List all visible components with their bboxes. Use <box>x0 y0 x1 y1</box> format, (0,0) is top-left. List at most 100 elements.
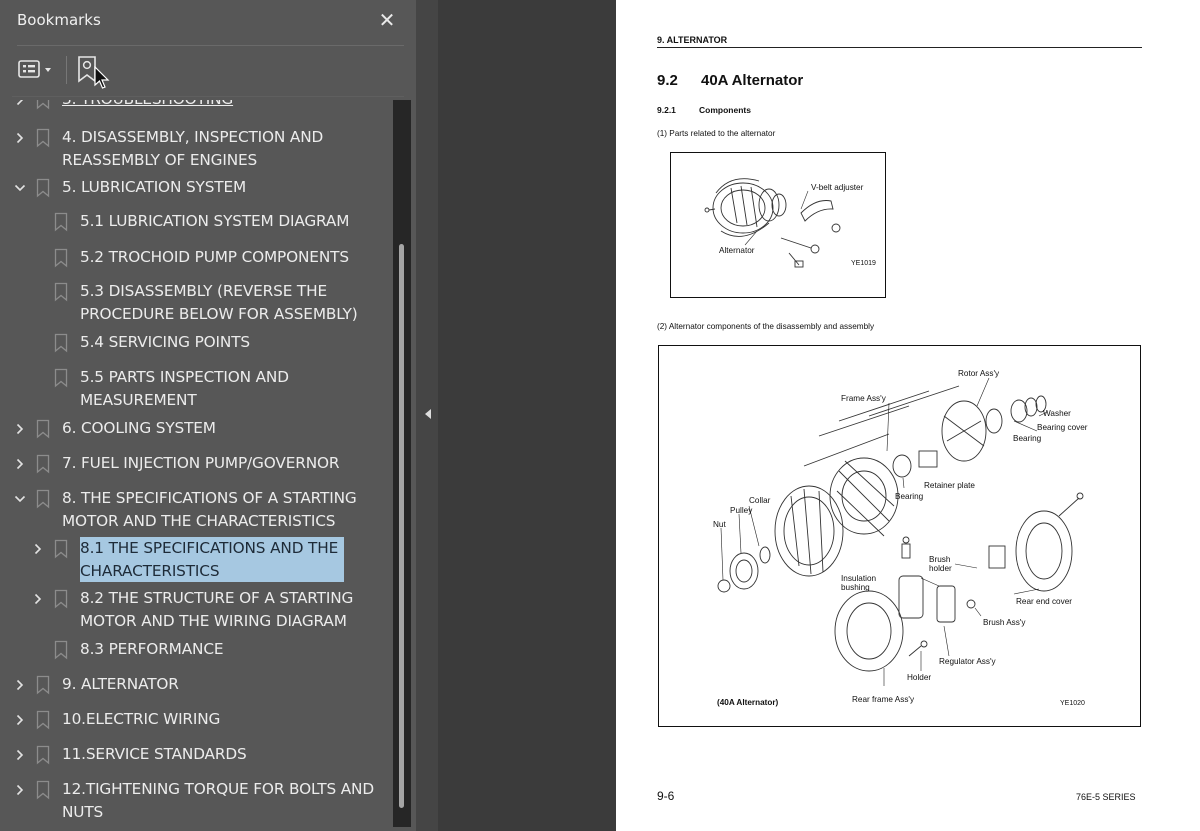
section-title: 40A Alternator <box>701 72 804 89</box>
chevron-right-icon[interactable] <box>32 593 44 605</box>
bookmark-icon <box>36 710 50 730</box>
document-page: 9. ALTERNATOR 9.2 40A Alternator 9.2.1 C… <box>616 0 1200 831</box>
collapse-arrow-icon[interactable] <box>424 408 432 420</box>
bookmark-label: 5. LUBRICATION SYSTEM <box>62 178 247 196</box>
bookmark-tree: 3. TROUBLESHOOTING 4. DISASSEMBLY, INSPEC… <box>0 100 392 831</box>
close-panel-button[interactable]: ✕ <box>376 8 398 32</box>
bookmark-label: 5.3 DISASSEMBLY (REVERSE THE PROCEDURE B… <box>80 282 358 323</box>
label-pulley: Pulley <box>730 506 753 515</box>
alternator-exploded-drawing: Rotor Ass'y Frame Ass'y Washer Bearing c… <box>713 369 1088 707</box>
chevron-right-icon[interactable] <box>14 749 26 761</box>
bookmark-icon <box>54 539 68 559</box>
label-bearing-mid: Bearing <box>895 492 924 501</box>
bookmark-icon <box>36 675 50 695</box>
label-retainer-plate: Retainer plate <box>924 481 975 490</box>
label-washer: Washer <box>1043 409 1071 418</box>
label-nut: Nut <box>713 520 726 529</box>
figure1-caption: (1) Parts related to the alternator <box>657 129 776 138</box>
label-insulation-1: Insulation <box>841 574 876 583</box>
chevron-right-icon[interactable] <box>14 100 26 106</box>
label-brush: Brush Ass'y <box>983 618 1026 627</box>
alternator-parts-drawing: V-belt adjuster Alternator YE1019 <box>704 178 876 268</box>
bookmark-label: 3. TROUBLESHOOTING <box>62 100 233 111</box>
scrollbar-thumb[interactable] <box>399 244 404 808</box>
bookmark-options-button[interactable] <box>18 58 58 82</box>
chevron-right-icon[interactable] <box>14 132 26 144</box>
bookmark-label: 8.1 THE SPECIFICATIONS AND THE CHARACTER… <box>80 537 345 582</box>
chevron-right-icon[interactable] <box>32 543 44 555</box>
label-holder: Holder <box>907 673 931 682</box>
bookmark-icon <box>54 640 68 660</box>
bookmark-label: 8.3 PERFORMANCE <box>80 640 224 658</box>
figure2-caption: (2) Alternator components of the disasse… <box>657 322 875 331</box>
chevron-down-icon[interactable] <box>14 493 26 505</box>
chevron-right-icon[interactable] <box>14 423 26 435</box>
bookmark-label: 10.ELECTRIC WIRING <box>62 710 221 728</box>
bookmark-icon <box>54 589 68 609</box>
page-number: 9-6 <box>657 789 675 803</box>
bookmark-icon <box>36 128 50 148</box>
bookmark-icon <box>36 745 50 765</box>
label-bearing-top: Bearing <box>1013 434 1042 443</box>
section-number: 9.2 <box>657 72 678 89</box>
bookmark-icon <box>54 368 68 388</box>
label-alternator: Alternator <box>719 246 755 255</box>
label-rotor: Rotor Ass'y <box>958 369 1000 378</box>
bookmark-label: 5.2 TROCHOID PUMP COMPONENTS <box>80 248 349 266</box>
figure-alternator-exploded: Rotor Ass'y Frame Ass'y Washer Bearing c… <box>658 345 1141 727</box>
bookmark-label: 8.2 THE STRUCTURE OF A STARTING MOTOR AN… <box>80 589 354 630</box>
chevron-down-icon <box>45 68 51 72</box>
figure2-code: YE1020 <box>1060 700 1085 707</box>
bookmark-label: 11.SERVICE STANDARDS <box>62 745 247 763</box>
mouse-pointer-icon <box>94 66 110 89</box>
chevron-down-icon[interactable] <box>14 182 26 194</box>
label-v-belt-adjuster: V-belt adjuster <box>811 183 864 192</box>
chevron-right-icon[interactable] <box>14 784 26 796</box>
bookmark-icon <box>36 489 50 509</box>
label-insulation-2: bushing <box>841 583 870 592</box>
bookmark-icon <box>54 333 68 353</box>
toolbar-bottom-divider <box>12 96 404 97</box>
bookmark-label: 9. ALTERNATOR <box>62 675 179 693</box>
subsection-number: 9.2.1 <box>657 105 676 115</box>
bookmark-label: 5.4 SERVICING POINTS <box>80 333 250 351</box>
label-regulator: Regulator Ass'y <box>939 657 997 666</box>
label-rear-end-cover: Rear end cover <box>1016 597 1072 606</box>
chevron-right-icon[interactable] <box>14 679 26 691</box>
subsection-title: Components <box>699 105 751 115</box>
bookmark-label: 7. FUEL INJECTION PUMP/GOVERNOR <box>62 454 340 472</box>
bookmark-icon <box>36 100 50 110</box>
figure1-code: YE1019 <box>851 260 876 267</box>
bookmarks-panel: Bookmarks ✕ 3. TROUBLESHOOTING 4. DISASSE… <box>0 0 416 831</box>
toolbar-divider <box>66 56 67 84</box>
bookmark-label: 8. THE SPECIFICATIONS OF A STARTING MOTO… <box>62 489 357 530</box>
label-rear-frame: Rear frame Ass'y <box>852 695 915 704</box>
running-head: 9. ALTERNATOR <box>657 35 728 45</box>
label-brush-holder-2: holder <box>929 564 952 573</box>
list-options-icon <box>18 60 51 78</box>
bookmark-label: 12.TIGHTENING TORQUE FOR BOLTS AND NUTS <box>62 780 374 821</box>
label-frame: Frame Ass'y <box>841 394 887 403</box>
chevron-right-icon[interactable] <box>14 458 26 470</box>
label-bearing-cover: Bearing cover <box>1037 423 1088 432</box>
bookmark-icon <box>54 282 68 302</box>
bookmark-label: 5.1 LUBRICATION SYSTEM DIAGRAM <box>80 212 350 230</box>
bookmark-icon <box>36 178 50 198</box>
bookmark-label: 4. DISASSEMBLY, INSPECTION AND REASSEMBL… <box>62 128 324 169</box>
bookmark-icon <box>54 248 68 268</box>
bookmark-icon <box>36 419 50 439</box>
panel-title: Bookmarks <box>17 11 101 29</box>
header-rule <box>657 47 1142 48</box>
label-brush-holder-1: Brush <box>929 555 951 564</box>
bookmark-icon <box>36 780 50 800</box>
page-series: 76E-5 SERIES <box>1076 792 1136 802</box>
label-collar: Collar <box>749 496 771 505</box>
bookmark-label: 6. COOLING SYSTEM <box>62 419 216 437</box>
figure2-caption-inner: (40A Alternator) <box>717 698 779 707</box>
figure-alternator-parts: V-belt adjuster Alternator YE1019 <box>670 152 886 298</box>
chevron-right-icon[interactable] <box>14 714 26 726</box>
title-divider <box>17 45 404 46</box>
bookmark-icon <box>36 454 50 474</box>
bookmark-icon <box>54 212 68 232</box>
bookmark-label: 5.5 PARTS INSPECTION AND MEASUREMENT <box>80 368 289 409</box>
